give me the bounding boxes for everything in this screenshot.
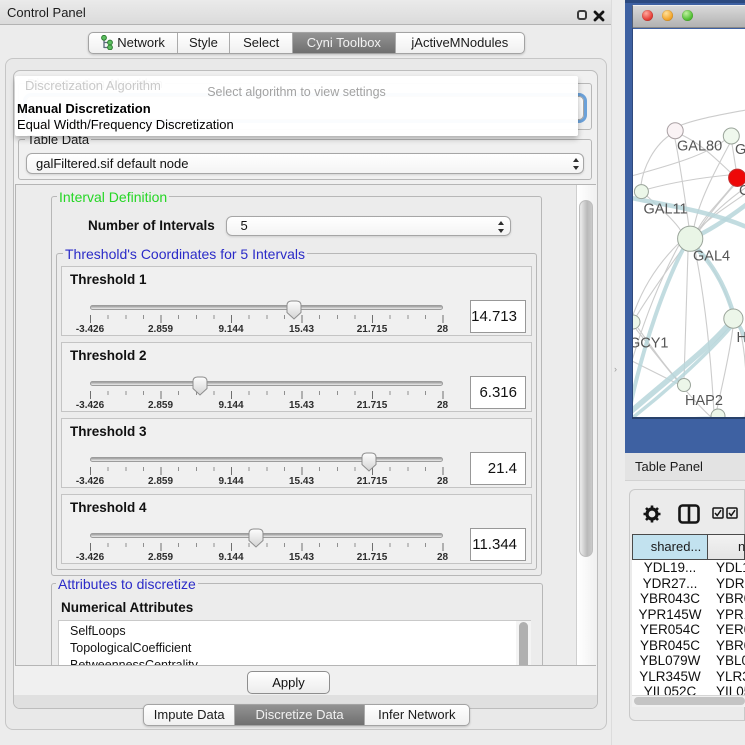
- svg-text:GAL80: GAL80: [677, 139, 722, 155]
- svg-text:GCY1: GCY1: [633, 336, 669, 352]
- svg-text:GAL11: GAL11: [644, 202, 688, 218]
- svg-text:GAL4: GAL4: [693, 249, 730, 265]
- svg-text:GA: GA: [735, 142, 745, 158]
- svg-text:C: C: [739, 183, 745, 199]
- svg-text:HAP2: HAP2: [685, 393, 723, 409]
- svg-text:H: H: [737, 330, 745, 346]
